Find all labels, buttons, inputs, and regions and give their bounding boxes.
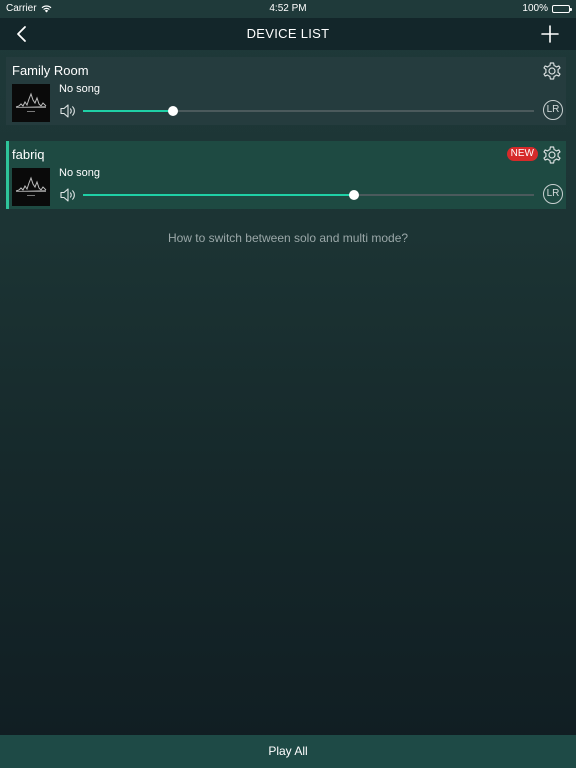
nav-bar: DEVICE LIST [0, 18, 576, 50]
play-all-button[interactable]: Play All [0, 735, 576, 768]
battery-percent: 100% [522, 3, 548, 14]
volume-slider[interactable] [83, 106, 534, 116]
gear-icon[interactable] [540, 59, 564, 83]
battery-indicator: 100% [522, 3, 572, 14]
lr-channel-button[interactable]: LR [543, 184, 563, 204]
clock: 4:52 PM [269, 3, 307, 14]
device-name: fabriq [12, 147, 45, 162]
new-badge: NEW [506, 147, 538, 161]
volume-slider[interactable] [83, 190, 534, 200]
battery-icon [552, 4, 572, 13]
volume-slider-fill [83, 110, 174, 112]
lr-channel-button[interactable]: LR [543, 100, 563, 120]
song-title: No song [59, 167, 100, 179]
volume-slider-thumb[interactable] [168, 106, 179, 116]
solo-multi-help-link[interactable]: How to switch between solo and multi mod… [0, 231, 576, 245]
page-title: DEVICE LIST [246, 26, 330, 41]
gear-icon[interactable] [540, 143, 564, 167]
volume-slider-fill [83, 194, 354, 196]
add-device-plus-icon[interactable] [540, 23, 560, 45]
device-card-selected[interactable]: fabriq NEW No song LR [6, 141, 566, 209]
device-name: Family Room [12, 63, 89, 78]
speaker-volume-icon[interactable] [59, 103, 77, 119]
song-title: No song [59, 83, 100, 95]
volume-slider-thumb[interactable] [348, 190, 359, 200]
album-art [12, 168, 50, 206]
speaker-volume-icon[interactable] [59, 187, 77, 203]
status-bar: Carrier 4:52 PM 100% [0, 0, 576, 18]
album-art [12, 84, 50, 122]
device-card[interactable]: Family Room No song LR [6, 57, 566, 125]
